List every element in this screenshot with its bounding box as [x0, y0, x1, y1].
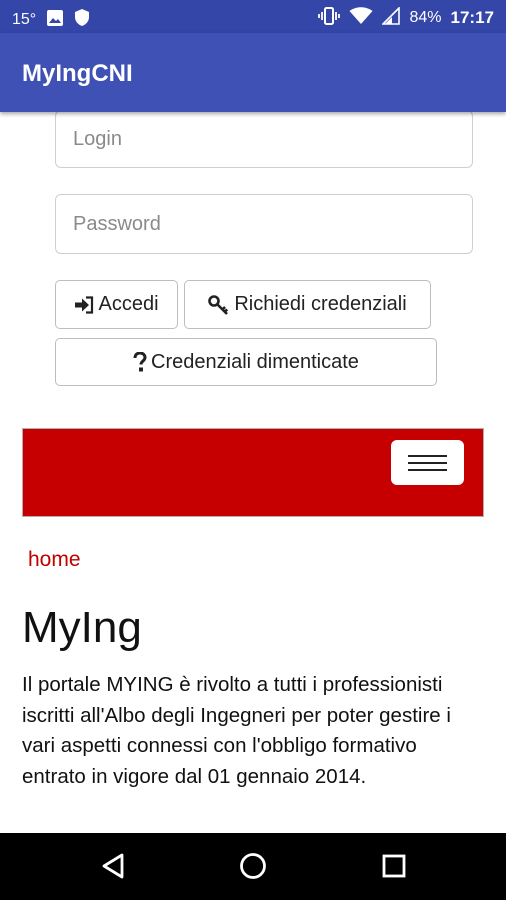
accedi-button[interactable]: Accedi	[55, 280, 178, 329]
login-input[interactable]	[55, 110, 473, 168]
richiedi-credenziali-label: Richiedi credenziali	[234, 293, 407, 315]
credenziali-dimenticate-label: Credenziali dimenticate	[151, 350, 359, 373]
home-icon[interactable]	[239, 852, 267, 885]
app-bar: MyIngCNI	[0, 33, 506, 112]
credenziali-dimenticate-button[interactable]: Credenziali dimenticate	[55, 338, 437, 386]
clock-text: 17:17	[450, 8, 494, 27]
app-title: MyIngCNI	[22, 60, 133, 87]
question-icon	[133, 352, 147, 372]
temperature-text: 15°	[12, 10, 37, 28]
system-navigation-bar	[0, 833, 506, 900]
battery-text: 84%	[409, 9, 442, 26]
image-icon	[46, 9, 64, 31]
hamburger-line	[408, 455, 447, 457]
back-icon[interactable]	[100, 852, 126, 885]
menu-toggle-button[interactable]	[391, 440, 464, 485]
page-title: MyIng	[22, 603, 142, 652]
hamburger-line	[408, 469, 447, 471]
sign-in-icon	[74, 295, 94, 314]
shield-icon	[74, 8, 90, 31]
vibrate-icon	[318, 7, 341, 29]
breadcrumb-home-link[interactable]: home	[28, 548, 81, 572]
recents-icon[interactable]	[381, 852, 407, 885]
wifi-icon	[349, 7, 373, 29]
accedi-label: Accedi	[98, 293, 159, 315]
password-input[interactable]	[55, 194, 473, 254]
site-navbar	[22, 428, 484, 517]
status-bar: 15° 84% 17:17	[0, 0, 506, 33]
key-icon	[208, 294, 230, 315]
intro-text: Il portale MYING è rivolto a tutti i pro…	[22, 673, 451, 788]
signal-icon	[381, 6, 401, 29]
hamburger-line	[408, 462, 447, 464]
richiedi-credenziali-button[interactable]: Richiedi credenziali	[184, 280, 431, 329]
